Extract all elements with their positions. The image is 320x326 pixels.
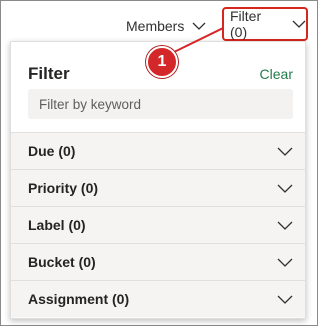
chevron-down-icon <box>277 221 293 230</box>
filter-panel: Filter Clear Due (0) Priority (0) Label … <box>10 41 306 319</box>
filter-button[interactable]: Filter (0) <box>222 7 308 41</box>
section-label: Assignment (0) <box>28 291 130 307</box>
filter-sections: Due (0) Priority (0) Label (0) Bucket (0… <box>11 132 305 317</box>
section-label: Bucket (0) <box>28 254 96 270</box>
section-label-filter[interactable]: Label (0) <box>11 206 305 243</box>
members-label: Members <box>126 18 185 34</box>
section-label: Priority (0) <box>28 180 99 196</box>
keyword-search-input[interactable] <box>28 89 293 119</box>
members-dropdown[interactable]: Members <box>126 16 206 36</box>
section-bucket[interactable]: Bucket (0) <box>11 243 305 280</box>
filter-label: Filter (0) <box>230 8 262 40</box>
step-callout-badge: 1 <box>146 46 178 78</box>
section-priority[interactable]: Priority (0) <box>11 169 305 206</box>
chevron-down-icon <box>292 20 306 29</box>
clear-button[interactable]: Clear <box>260 66 293 82</box>
chevron-down-icon <box>277 295 293 304</box>
chevron-down-icon <box>192 22 206 31</box>
chevron-down-icon <box>277 258 293 267</box>
section-due[interactable]: Due (0) <box>11 132 305 169</box>
top-bar: Members Filter (0) <box>0 0 318 44</box>
chevron-down-icon <box>277 147 293 156</box>
section-label: Due (0) <box>28 143 76 159</box>
section-assignment[interactable]: Assignment (0) <box>11 280 305 317</box>
chevron-down-icon <box>277 184 293 193</box>
panel-title: Filter <box>28 64 70 83</box>
section-label: Label (0) <box>28 217 86 233</box>
